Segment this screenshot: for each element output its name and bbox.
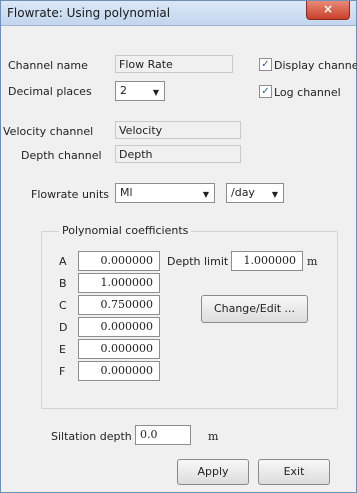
depth-limit-unit: m [307,255,318,268]
flowrate-volume-value: Ml [120,186,133,199]
dialog-window: Flowrate: Using polynomial × Channel nam… [0,0,357,493]
decimal-places-label: Decimal places [8,85,92,98]
siltation-depth-label: Siltation depth [51,430,132,443]
depth-channel-field[interactable]: Depth [115,145,241,163]
siltation-depth-input[interactable]: 0.0 [135,425,191,445]
chevron-down-icon: ▼ [202,190,209,199]
apply-button[interactable]: Apply [177,459,249,485]
coef-input-b[interactable]: 1.000000 [78,273,160,293]
chevron-down-icon: ▼ [271,190,278,199]
channel-name-field[interactable]: Flow Rate [115,55,233,73]
depth-limit-label: Depth limit [167,255,229,268]
flowrate-units-label: Flowrate units [31,188,109,201]
flowrate-per-value: /day [231,186,255,199]
decimal-places-value: 2 [120,84,127,97]
channel-name-label: Channel name [8,59,88,72]
decimal-places-select[interactable]: 2 ▼ [115,81,165,101]
change-edit-button[interactable]: Change/Edit ... [201,295,308,323]
depth-channel-label: Depth channel [21,149,102,162]
coef-label-f: F [59,365,66,378]
display-channel-label: Display channel [274,59,357,72]
depth-limit-input[interactable]: 1.000000 [231,251,303,271]
exit-button[interactable]: Exit [258,459,330,485]
check-icon: ✓ [261,59,270,70]
coef-input-c[interactable]: 0.750000 [78,295,160,315]
close-button[interactable]: × [306,1,350,20]
flowrate-per-select[interactable]: /day ▼ [226,183,284,203]
coef-label-b: B [59,277,67,290]
coef-input-e[interactable]: 0.000000 [78,339,160,359]
coef-input-f[interactable]: 0.000000 [78,361,160,381]
coef-label-c: C [59,299,67,312]
velocity-channel-label: Velocity channel [3,125,94,138]
title-bar[interactable]: Flowrate: Using polynomial × [1,1,356,26]
display-channel-checkbox[interactable]: ✓ [259,58,272,71]
polynomial-coefficients-title: Polynomial coefficients [59,224,192,237]
close-icon: × [322,2,334,16]
coef-input-d[interactable]: 0.000000 [78,317,160,337]
check-icon: ✓ [261,86,270,97]
velocity-channel-field[interactable]: Velocity [115,121,241,139]
coef-input-a[interactable]: 0.000000 [78,251,160,271]
coef-label-d: D [59,321,68,334]
coef-label-a: A [59,255,67,268]
window-title: Flowrate: Using polynomial [7,6,171,20]
chevron-down-icon: ▼ [152,88,159,97]
coef-label-e: E [59,343,66,356]
flowrate-volume-select[interactable]: Ml ▼ [115,183,215,203]
log-channel-label: Log channel [274,86,341,99]
log-channel-checkbox[interactable]: ✓ [259,85,272,98]
siltation-depth-unit: m [208,430,219,443]
